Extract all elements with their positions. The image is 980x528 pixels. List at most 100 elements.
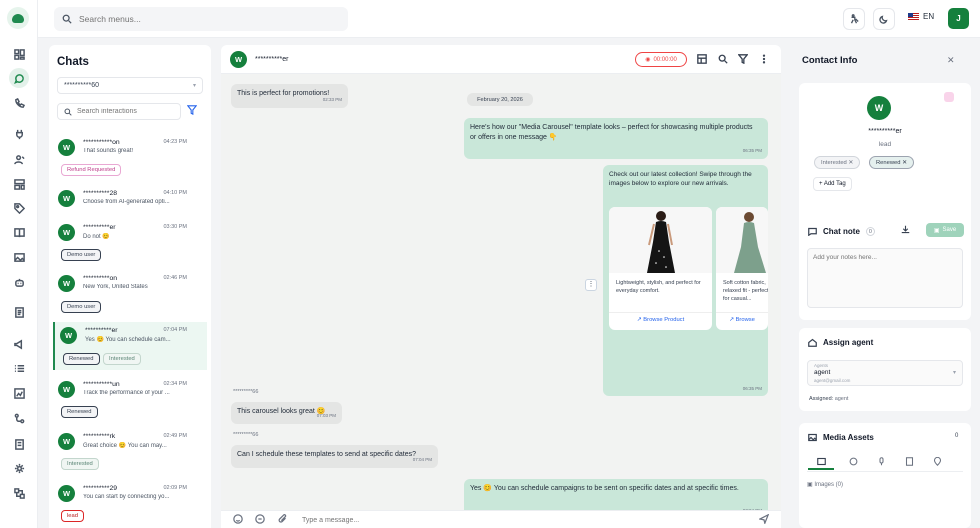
location-pin-icon [933, 456, 942, 466]
contact-tag: Renewed ✕ [869, 156, 914, 169]
outgoing-message: Here's how our "Media Carousel" template… [464, 118, 768, 159]
chat-contact-name: **********er [83, 224, 116, 231]
message-time: 06:35 PM [742, 148, 762, 153]
bot-nav-icon[interactable] [9, 272, 29, 292]
browse-product-button[interactable]: ↗ Browse Product [609, 312, 712, 323]
number-selector[interactable]: **********60 ▾ [57, 77, 203, 94]
more-options-icon[interactable] [759, 54, 770, 65]
menu-search-box[interactable] [54, 7, 348, 31]
chat-time: 02:46 PM [163, 275, 187, 281]
settings-nav-icon[interactable] [9, 458, 29, 478]
product-image [609, 207, 712, 273]
chat-tag: lead [61, 510, 84, 522]
tab-locations[interactable] [933, 456, 942, 468]
chat-list-item-selected[interactable]: W **********er 07:04 PM Yes 😊 You can sc… [53, 322, 207, 370]
save-note-button[interactable]: ▣ Save [926, 223, 964, 237]
chat-last-message: You can start by connecting yo... [83, 494, 170, 500]
browse-product-button[interactable]: ↗ Browse [716, 312, 768, 323]
conversation-contact-name: **********er [255, 56, 289, 63]
flow-nav-icon[interactable] [9, 408, 29, 428]
accessibility-button[interactable] [843, 8, 865, 30]
user-avatar-button[interactable]: J [948, 8, 969, 29]
chat-list-item[interactable]: W ***********on 04:23 PM That sounds gre… [53, 134, 207, 182]
layout-icon[interactable] [697, 54, 708, 65]
close-icon[interactable]: ✕ [947, 55, 955, 66]
media-count: 0 [955, 433, 959, 439]
templates-nav-icon[interactable] [9, 174, 29, 194]
chat-contact-name: ***********on [83, 139, 120, 146]
chat-list-item[interactable]: W **********on 02:46 PM New York, United… [53, 270, 207, 318]
filter-icon[interactable] [187, 105, 197, 115]
document-icon [905, 457, 914, 466]
app-logo[interactable] [7, 7, 29, 29]
dashboard-nav-icon[interactable] [9, 44, 29, 64]
message-area[interactable]: This is perfect for promotions! 02:33 PM… [221, 74, 781, 519]
notes-nav-icon[interactable] [9, 434, 29, 454]
message-sender: *********66 [233, 432, 259, 438]
megaphone-nav-icon[interactable] [9, 334, 29, 354]
chat-time: 02:34 PM [163, 381, 187, 387]
chat-last-message: That sounds great! [83, 148, 134, 154]
book-nav-icon[interactable] [9, 222, 29, 242]
chat-note-title: Chat note [823, 227, 860, 236]
search-icon [64, 108, 72, 116]
record-timer-button[interactable]: ◉ 00:00:00 [635, 52, 687, 67]
tab-audio[interactable] [877, 457, 886, 468]
chat-list-item[interactable]: W **********er 03:30 PM Do not 😊 Demo us… [53, 219, 207, 265]
chat-list-item[interactable]: W **********29 02:09 PM You can start by… [53, 480, 207, 526]
chat-last-message: New York, United States [83, 284, 148, 290]
chat-last-message: Do not 😊 [83, 234, 110, 240]
agent-select[interactable]: Agents agent agent@gmail.com ▾ [807, 360, 963, 386]
interaction-search-box[interactable] [57, 103, 181, 120]
interaction-search-input[interactable] [77, 108, 177, 115]
chat-note-header: Chat note 0 [808, 227, 875, 236]
quick-reply-icon[interactable] [255, 514, 266, 525]
list-nav-icon[interactable] [9, 358, 29, 378]
note-textarea[interactable] [807, 248, 963, 308]
contact-tag: Interested ✕ [814, 156, 861, 169]
chat-note-card: Chat note 0 ▣ Save [799, 217, 971, 320]
chat-list-item[interactable]: W **********28 04:10 PM Choose from AI-g… [53, 185, 207, 217]
filter-icon[interactable] [737, 54, 749, 65]
phone-nav-icon[interactable] [9, 93, 29, 113]
message-input[interactable] [302, 514, 742, 526]
close-icon[interactable]: ✕ [902, 160, 907, 166]
send-icon[interactable] [757, 513, 770, 526]
carousel-card: Soft cotton fabric, relaxed fit - perfec… [716, 207, 768, 330]
chats-nav-icon[interactable] [9, 68, 29, 88]
chat-list-item[interactable]: W ***********un 02:34 PM Track the perfo… [53, 376, 207, 422]
tag-nav-icon[interactable] [9, 198, 29, 218]
assign-agent-title: Assign agent [823, 338, 874, 347]
search-icon[interactable] [718, 54, 729, 65]
theme-toggle-button[interactable] [873, 8, 895, 30]
media-assets-card: Media Assets 0 ▣ Images (0) [799, 423, 971, 528]
language-selector[interactable]: EN [908, 12, 934, 21]
image-nav-icon[interactable] [9, 247, 29, 267]
message-text: Here's how our "Media Carousel" template… [470, 124, 753, 141]
contact-role: lead [878, 141, 892, 148]
add-tag-button[interactable]: + Add Tag [813, 177, 852, 191]
emoji-icon[interactable] [233, 514, 244, 525]
tab-images[interactable] [808, 454, 834, 470]
plug-nav-icon[interactable] [9, 124, 29, 144]
search-icon [62, 14, 72, 24]
integrations-nav-icon[interactable] [9, 483, 29, 503]
chat-list-item[interactable]: W **********rk 02:49 PM Great choice 😊 Y… [53, 428, 207, 474]
menu-search-input[interactable] [79, 14, 319, 24]
close-icon[interactable]: ✕ [848, 160, 853, 166]
contact-tag-label: Interested [821, 160, 847, 166]
attachment-icon[interactable] [278, 514, 289, 525]
tab-documents[interactable] [905, 457, 914, 468]
download-icon[interactable] [901, 225, 912, 236]
tab-videos[interactable] [849, 457, 858, 468]
record-timer: 00:00:00 [653, 56, 677, 63]
message-options-button[interactable]: ⋮ [585, 279, 597, 291]
document-nav-icon[interactable] [9, 302, 29, 322]
us-flag-icon [908, 13, 919, 20]
chevron-down-icon: ▾ [192, 83, 196, 89]
record-icon: ◉ [645, 57, 651, 63]
avatar: W [58, 275, 75, 292]
contact-name: **********er [868, 128, 902, 135]
chart-nav-icon[interactable] [9, 383, 29, 403]
contacts-nav-icon[interactable] [9, 149, 29, 169]
